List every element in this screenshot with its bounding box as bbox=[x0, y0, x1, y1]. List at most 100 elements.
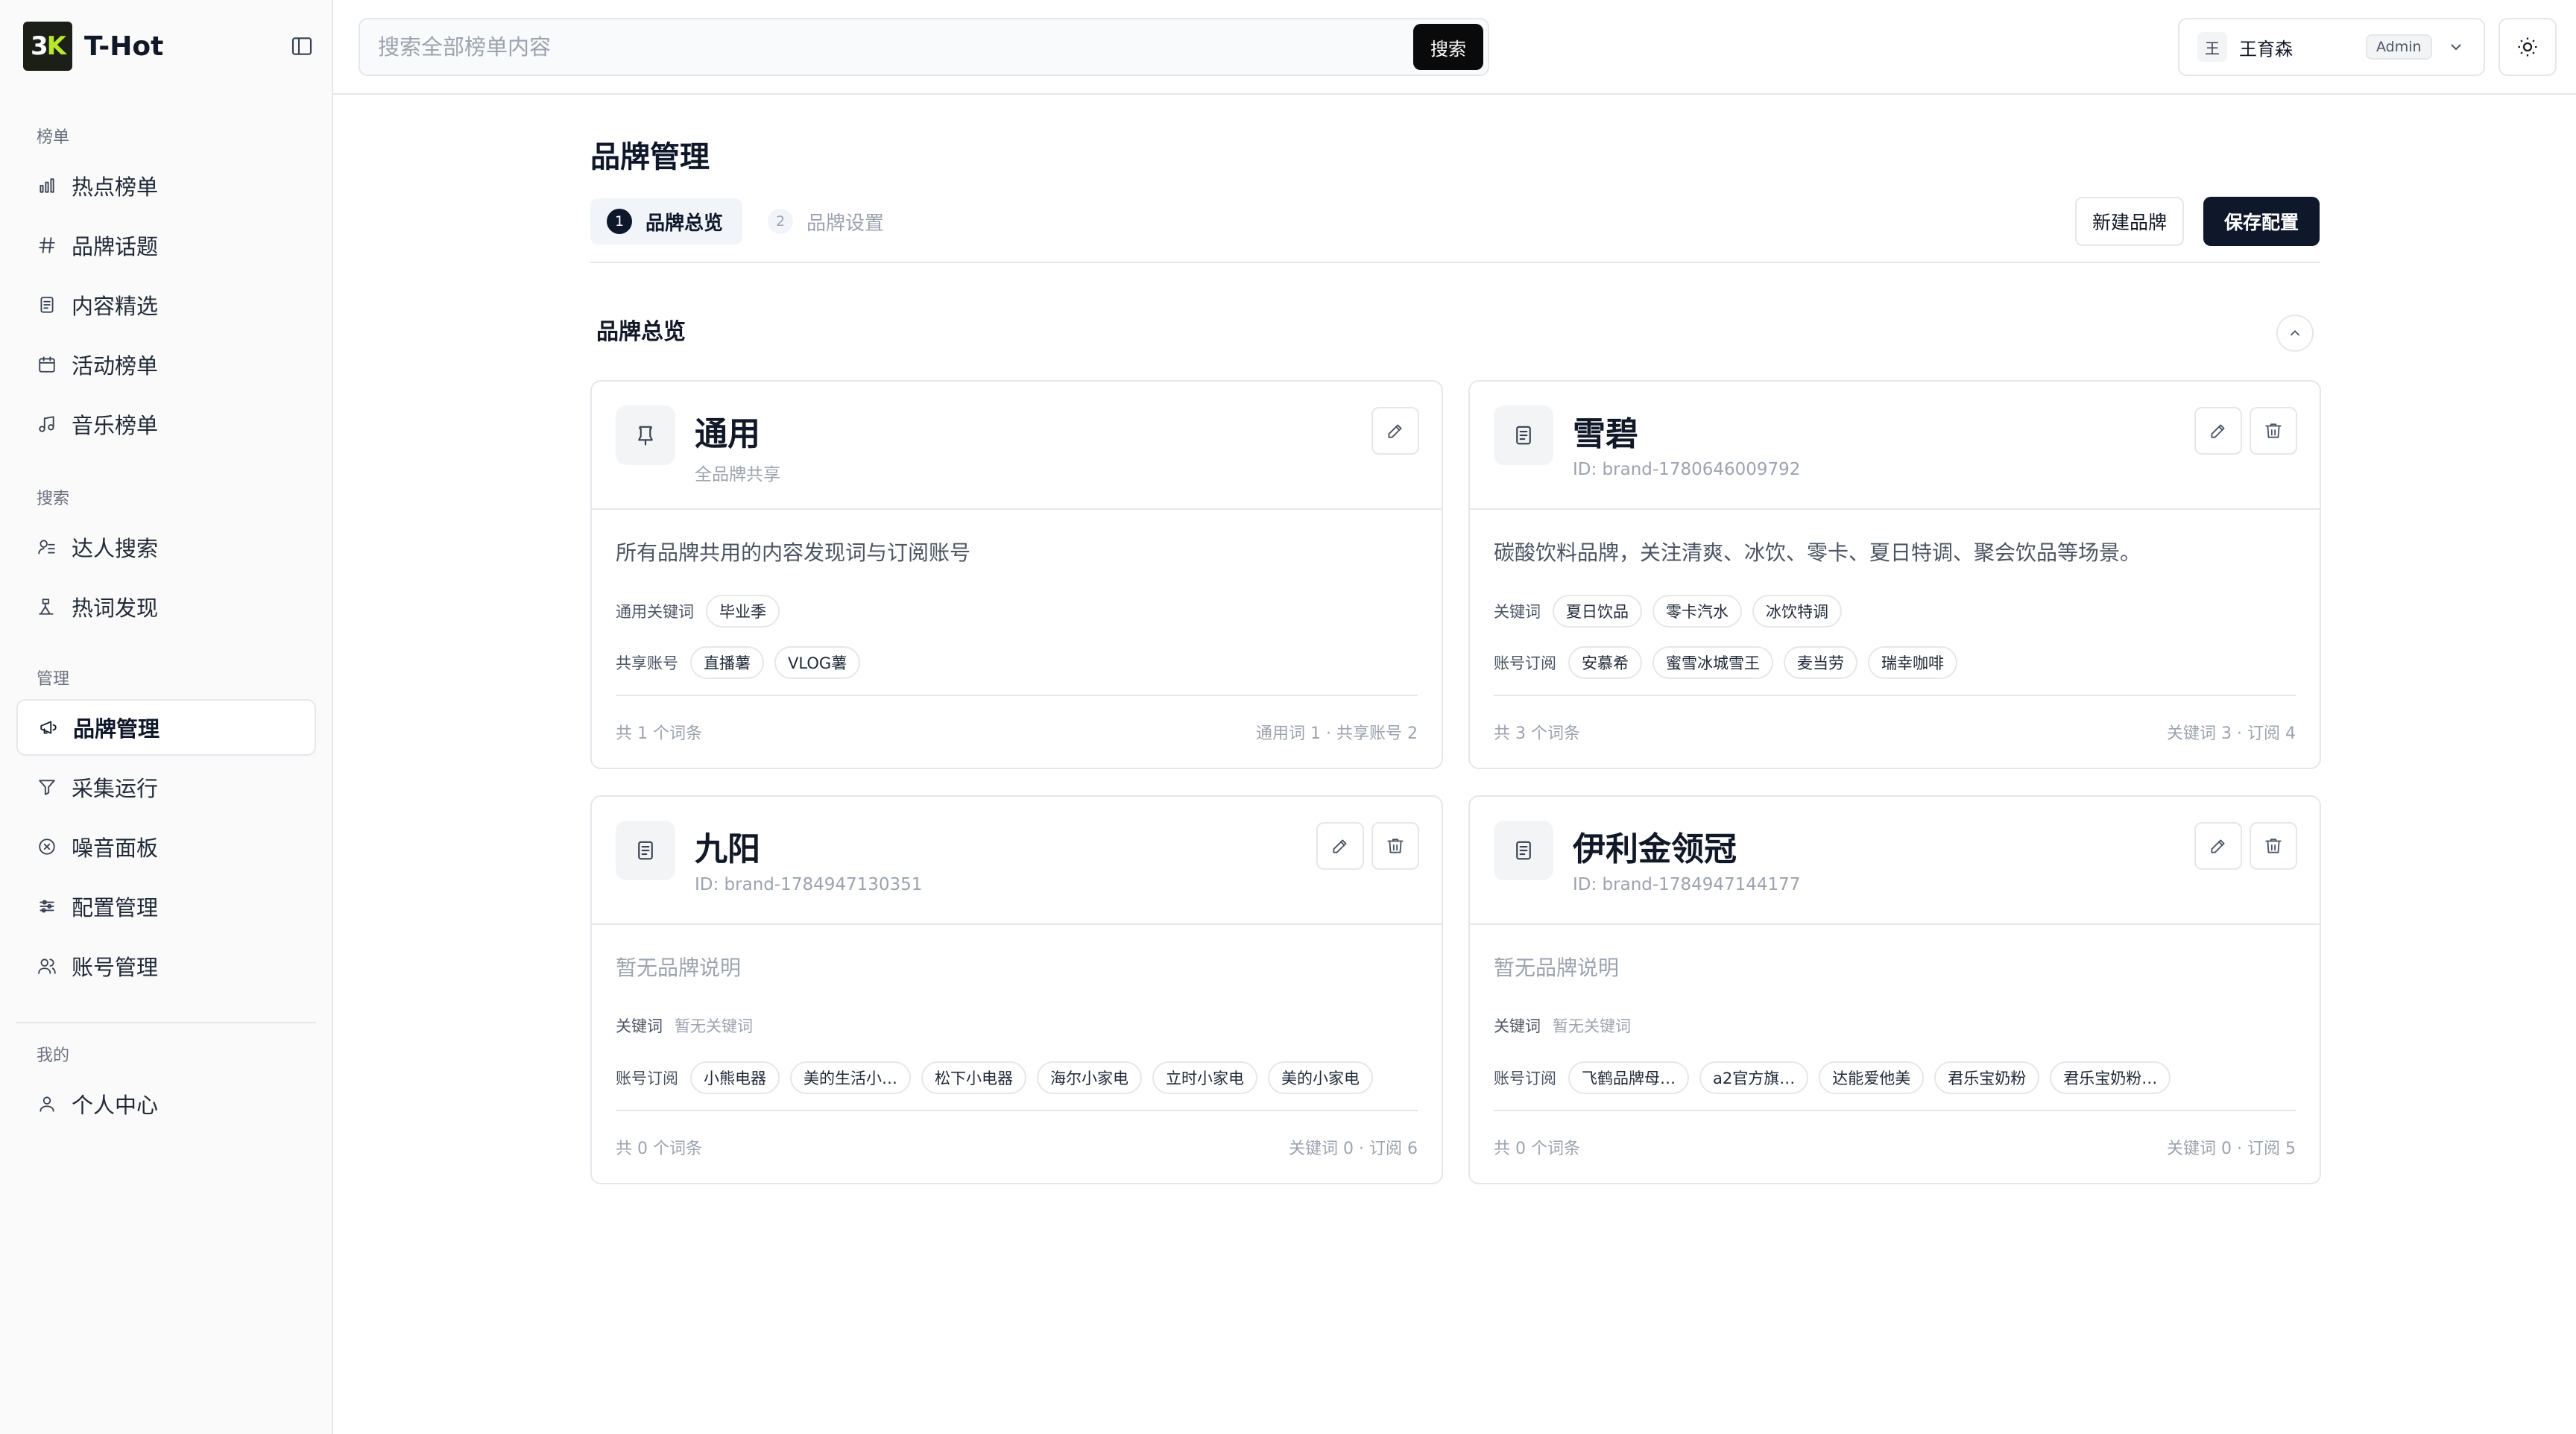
sidebar-item-0-0[interactable]: 热点榜单 bbox=[16, 157, 316, 214]
keyword-row: 关键词 暂无关键词 bbox=[616, 1014, 753, 1037]
keyword-tag[interactable]: 夏日饮品 bbox=[1553, 595, 1642, 628]
sun-icon bbox=[2518, 37, 2537, 57]
account-tag[interactable]: 立时小家电 bbox=[1152, 1061, 1257, 1094]
sidebar-group-label: 榜单 bbox=[37, 128, 70, 147]
account-row: 账号订阅 安慕希 蜜雪冰城雪王 麦当劳 瑞幸咖啡 bbox=[1494, 646, 1968, 679]
document-icon bbox=[638, 841, 653, 860]
keyword-tag[interactable]: 冰饮特调 bbox=[1752, 595, 1842, 628]
account-row-label: 账号订阅 bbox=[1494, 654, 1556, 672]
account-tag[interactable]: 直播薯 bbox=[690, 646, 764, 679]
sidebar-item-label: 个人中心 bbox=[72, 1093, 159, 1118]
brand-card: 九阳 ID: brand-1784947130351 暂无品牌说明 关键词 暂无关键词账… bbox=[590, 795, 1443, 1184]
card-divider bbox=[1494, 695, 2296, 696]
account-row-label: 账号订阅 bbox=[1494, 1070, 1556, 1087]
account-tag[interactable]: 美的生活小… bbox=[790, 1061, 911, 1094]
account-row: 共享账号 直播薯 VLOG薯 bbox=[616, 646, 871, 679]
users-icon bbox=[38, 958, 56, 974]
sidebar-item-0-3[interactable]: 活动榜单 bbox=[16, 336, 316, 393]
sidebar-item-0-1[interactable]: 品牌话题 bbox=[16, 217, 316, 274]
theme-toggle-button[interactable] bbox=[2498, 18, 2557, 76]
sidebar-item-label: 配置管理 bbox=[72, 895, 159, 920]
step-number: 1 bbox=[607, 209, 632, 234]
brand-icon bbox=[616, 821, 675, 880]
sidebar-item-2-4[interactable]: 账号管理 bbox=[16, 938, 316, 994]
sidebar-item-0-4[interactable]: 音乐榜单 bbox=[16, 396, 316, 452]
sidebar-item-2-3[interactable]: 配置管理 bbox=[16, 878, 316, 935]
edit-brand-button[interactable] bbox=[2194, 822, 2242, 870]
edit-brand-button[interactable] bbox=[1316, 822, 1364, 870]
account-tag[interactable]: 海尔小家电 bbox=[1037, 1061, 1142, 1094]
account-row: 账号订阅 小熊电器 美的生活小… 松下小电器 海尔小家电 立时小家电 美的小家电 bbox=[616, 1061, 1383, 1094]
user-name: 王育森 bbox=[2239, 38, 2293, 60]
sidebar-item-2-2[interactable]: 噪音面板 bbox=[16, 818, 316, 875]
account-tag[interactable]: VLOG薯 bbox=[774, 646, 861, 679]
sidebar-item-2-1[interactable]: 采集运行 bbox=[16, 759, 316, 815]
pencil-icon bbox=[2211, 424, 2225, 438]
account-row-label: 共享账号 bbox=[616, 654, 678, 672]
sidebar-item-2-0[interactable]: 品牌管理 bbox=[16, 699, 316, 756]
card-divider bbox=[1494, 1110, 2296, 1111]
flame-icon bbox=[39, 598, 54, 615]
card-header: 雪碧 ID: brand-1780646009792 bbox=[1470, 382, 2320, 510]
sidebar-item-3-0[interactable]: 个人中心 bbox=[16, 1076, 316, 1132]
save-config-button[interactable]: 保存配置 bbox=[2203, 197, 2320, 246]
entry-count: 共 1 个词条 bbox=[616, 724, 702, 743]
sidebar-item-1-1[interactable]: 热词发现 bbox=[16, 578, 316, 635]
megaphone-icon bbox=[40, 721, 57, 734]
account-tag[interactable]: 松下小电器 bbox=[921, 1061, 1026, 1094]
collapse-section-button[interactable] bbox=[2276, 315, 2314, 352]
entry-summary: 关键词 3 · 订阅 4 bbox=[2167, 724, 2296, 743]
tab-brand-settings[interactable]: 2 品牌设置 bbox=[751, 198, 903, 244]
keyword-tag[interactable]: 毕业季 bbox=[706, 595, 780, 628]
sidebar-item-label: 噪音面板 bbox=[72, 836, 159, 861]
sidebar-item-1-0[interactable]: 达人搜索 bbox=[16, 519, 316, 575]
account-tag[interactable]: a2官方旗… bbox=[1699, 1061, 1809, 1094]
search-button[interactable]: 搜索 bbox=[1413, 24, 1483, 70]
brand-subtitle: 全品牌共享 bbox=[695, 465, 780, 484]
document-icon bbox=[40, 297, 54, 313]
brand-icon bbox=[1494, 405, 1553, 465]
account-tag[interactable]: 君乐宝奶粉 bbox=[1934, 1061, 2040, 1094]
brand-name: 雪碧 bbox=[1573, 415, 1638, 453]
funnel-icon bbox=[39, 780, 55, 795]
delete-brand-button[interactable] bbox=[2250, 822, 2297, 870]
document-icon bbox=[1516, 841, 1531, 860]
entry-count: 共 0 个词条 bbox=[1494, 1140, 1580, 1158]
delete-brand-button[interactable] bbox=[1371, 822, 1419, 870]
account-tag[interactable]: 麦当劳 bbox=[1784, 646, 1857, 679]
delete-brand-button[interactable] bbox=[2250, 407, 2297, 455]
sidebar-item-label: 采集运行 bbox=[72, 776, 159, 801]
step-tabs: 1 品牌总览 2 品牌设置 bbox=[590, 197, 912, 246]
account-tag[interactable]: 美的小家电 bbox=[1268, 1061, 1373, 1094]
account-tag[interactable]: 达能爱他美 bbox=[1819, 1061, 1925, 1094]
brand-description: 暂无品牌说明 bbox=[616, 956, 742, 980]
role-badge: Admin bbox=[2366, 34, 2432, 60]
search-input[interactable] bbox=[378, 19, 1384, 75]
user-menu[interactable]: 王 王育森 Admin bbox=[2178, 18, 2485, 76]
section-title: 品牌总览 bbox=[596, 319, 686, 345]
sidebar-group-label: 我的 bbox=[37, 1046, 70, 1065]
keyword-tag[interactable]: 零卡汽水 bbox=[1652, 595, 1742, 628]
sidebar-item-label: 达人搜索 bbox=[72, 536, 159, 561]
tab-brand-overview[interactable]: 1 品牌总览 bbox=[590, 198, 743, 244]
account-tag[interactable]: 蜜雪冰城雪王 bbox=[1652, 646, 1773, 679]
brand-name: 九阳 bbox=[695, 830, 760, 868]
account-tag[interactable]: 安慕希 bbox=[1568, 646, 1642, 679]
account-tag[interactable]: 瑞幸咖啡 bbox=[1868, 646, 1957, 679]
sidebar-item-0-2[interactable]: 内容精选 bbox=[16, 277, 316, 333]
brand-description: 暂无品牌说明 bbox=[1494, 956, 1620, 980]
account-tag[interactable]: 君乐宝奶粉… bbox=[2050, 1061, 2171, 1094]
edit-brand-button[interactable] bbox=[2194, 407, 2242, 455]
account-tag[interactable]: 飞鹤品牌母… bbox=[1568, 1061, 1689, 1094]
app-logo[interactable]: 3K bbox=[23, 22, 72, 71]
card-header: 九阳 ID: brand-1784947130351 bbox=[592, 797, 1442, 925]
sidebar-toggle-icon[interactable] bbox=[290, 34, 314, 58]
entry-summary: 关键词 0 · 订阅 5 bbox=[2167, 1140, 2296, 1158]
edit-brand-button[interactable] bbox=[1371, 407, 1419, 455]
step-label: 品牌设置 bbox=[806, 212, 885, 235]
chart-bar-icon bbox=[40, 178, 54, 193]
music-icon bbox=[39, 416, 54, 432]
keyword-row-label: 通用关键词 bbox=[616, 603, 694, 621]
new-brand-button[interactable]: 新建品牌 bbox=[2075, 197, 2184, 246]
account-tag[interactable]: 小熊电器 bbox=[690, 1061, 780, 1094]
